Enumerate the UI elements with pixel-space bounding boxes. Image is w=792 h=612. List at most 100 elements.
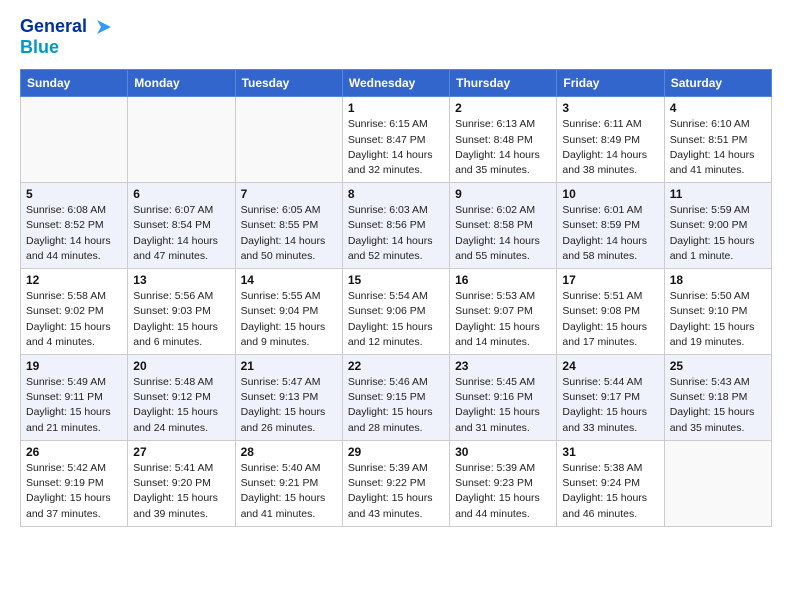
day-number: 5 — [26, 187, 122, 201]
day-info: Sunrise: 5:44 AMSunset: 9:17 PMDaylight:… — [562, 375, 658, 436]
calendar-day-cell: 25 Sunrise: 5:43 AMSunset: 9:18 PMDayligh… — [664, 355, 771, 441]
day-info: Sunrise: 5:58 AMSunset: 9:02 PMDaylight:… — [26, 289, 122, 350]
day-info: Sunrise: 6:01 AMSunset: 8:59 PMDaylight:… — [562, 203, 658, 264]
day-info: Sunrise: 6:08 AMSunset: 8:52 PMDaylight:… — [26, 203, 122, 264]
calendar-day-cell: 2Sunrise: 6:13 AMSunset: 8:48 PMDaylight… — [450, 97, 557, 183]
col-header-thursday: Thursday — [450, 70, 557, 97]
calendar-day-cell: 13 Sunrise: 5:56 AMSunset: 9:03 PMDayligh… — [128, 269, 235, 355]
col-header-friday: Friday — [557, 70, 664, 97]
day-number: 8 — [348, 187, 444, 201]
calendar-day-cell: 6Sunrise: 6:07 AMSunset: 8:54 PMDaylight… — [128, 183, 235, 269]
calendar-day-cell: 27 Sunrise: 5:41 AMSunset: 9:20 PMDayligh… — [128, 440, 235, 526]
day-info: Sunrise: 5:38 AMSunset: 9:24 PMDaylight:… — [562, 461, 658, 522]
day-info: Sunrise: 6:10 AMSunset: 8:51 PMDaylight:… — [670, 117, 766, 178]
calendar-day-cell: 14 Sunrise: 5:55 AMSunset: 9:04 PMDayligh… — [235, 269, 342, 355]
calendar-day-cell: 16Sunrise: 5:53 AMSunset: 9:07 PMDayligh… — [450, 269, 557, 355]
calendar-day-cell: 12 Sunrise: 5:58 AMSunset: 9:02 PMDayligh… — [21, 269, 128, 355]
day-info: Sunrise: 5:47 AMSunset: 9:13 PMDaylight:… — [241, 375, 337, 436]
day-number: 15 — [348, 273, 444, 287]
day-number: 4 — [670, 101, 766, 115]
calendar-day-cell: 23Sunrise: 5:45 AMSunset: 9:16 PMDayligh… — [450, 355, 557, 441]
day-number: 25 — [670, 359, 766, 373]
col-header-sunday: Sunday — [21, 70, 128, 97]
empty-day-cell — [664, 440, 771, 526]
calendar-header-row: SundayMondayTuesdayWednesdayThursdayFrid… — [21, 70, 772, 97]
day-info: Sunrise: 5:56 AMSunset: 9:03 PMDaylight:… — [133, 289, 229, 350]
day-number: 2 — [455, 101, 551, 115]
col-header-tuesday: Tuesday — [235, 70, 342, 97]
day-info: Sunrise: 5:42 AMSunset: 9:19 PMDaylight:… — [26, 461, 122, 522]
day-info: Sunrise: 5:40 AMSunset: 9:21 PMDaylight:… — [241, 461, 337, 522]
logo: General Blue — [20, 16, 111, 57]
day-number: 1 — [348, 101, 444, 115]
day-number: 12 — [26, 273, 122, 287]
col-header-monday: Monday — [128, 70, 235, 97]
day-info: Sunrise: 5:49 AMSunset: 9:11 PMDaylight:… — [26, 375, 122, 436]
day-info: Sunrise: 5:45 AMSunset: 9:16 PMDaylight:… — [455, 375, 551, 436]
day-number: 11 — [670, 187, 766, 201]
calendar-day-cell: 30 Sunrise: 5:39 AMSunset: 9:23 PMDayligh… — [450, 440, 557, 526]
day-info: Sunrise: 5:55 AMSunset: 9:04 PMDaylight:… — [241, 289, 337, 350]
day-number: 29 — [348, 445, 444, 459]
day-number: 21 — [241, 359, 337, 373]
day-info: Sunrise: 5:51 AMSunset: 9:08 PMDaylight:… — [562, 289, 658, 350]
day-number: 27 — [133, 445, 229, 459]
day-number: 14 — [241, 273, 337, 287]
empty-day-cell — [235, 97, 342, 183]
day-number: 3 — [562, 101, 658, 115]
calendar-day-cell: 7Sunrise: 6:05 AMSunset: 8:55 PMDaylight… — [235, 183, 342, 269]
day-number: 24 — [562, 359, 658, 373]
day-info: Sunrise: 5:46 AMSunset: 9:15 PMDaylight:… — [348, 375, 444, 436]
calendar-day-cell: 15 Sunrise: 5:54 AMSunset: 9:06 PMDayligh… — [342, 269, 449, 355]
day-info: Sunrise: 5:43 AMSunset: 9:18 PMDaylight:… — [670, 375, 766, 436]
empty-day-cell — [128, 97, 235, 183]
day-number: 30 — [455, 445, 551, 459]
calendar-day-cell: 19 Sunrise: 5:49 AMSunset: 9:11 PMDayligh… — [21, 355, 128, 441]
day-info: Sunrise: 5:50 AMSunset: 9:10 PMDaylight:… — [670, 289, 766, 350]
day-info: Sunrise: 6:03 AMSunset: 8:56 PMDaylight:… — [348, 203, 444, 264]
day-number: 13 — [133, 273, 229, 287]
day-info: Sunrise: 5:54 AMSunset: 9:06 PMDaylight:… — [348, 289, 444, 350]
calendar-day-cell: 24 Sunrise: 5:44 AMSunset: 9:17 PMDayligh… — [557, 355, 664, 441]
calendar-table: SundayMondayTuesdayWednesdayThursdayFrid… — [20, 69, 772, 526]
empty-day-cell — [21, 97, 128, 183]
calendar-week-row: 12 Sunrise: 5:58 AMSunset: 9:02 PMDayligh… — [21, 269, 772, 355]
day-info: Sunrise: 5:41 AMSunset: 9:20 PMDaylight:… — [133, 461, 229, 522]
day-number: 26 — [26, 445, 122, 459]
calendar-day-cell: 21 Sunrise: 5:47 AMSunset: 9:13 PMDayligh… — [235, 355, 342, 441]
logo-text: General Blue — [20, 16, 111, 57]
day-info: Sunrise: 6:15 AMSunset: 8:47 PMDaylight:… — [348, 117, 444, 178]
day-number: 19 — [26, 359, 122, 373]
header: General Blue — [20, 16, 772, 57]
day-info: Sunrise: 5:59 AMSunset: 9:00 PMDaylight:… — [670, 203, 766, 264]
day-info: Sunrise: 5:39 AMSunset: 9:23 PMDaylight:… — [455, 461, 551, 522]
calendar-week-row: 1 Sunrise: 6:15 AMSunset: 8:47 PMDaylight… — [21, 97, 772, 183]
calendar-day-cell: 10 Sunrise: 6:01 AMSunset: 8:59 PMDayligh… — [557, 183, 664, 269]
day-number: 17 — [562, 273, 658, 287]
day-info: Sunrise: 5:39 AMSunset: 9:22 PMDaylight:… — [348, 461, 444, 522]
calendar-day-cell: 26 Sunrise: 5:42 AMSunset: 9:19 PMDayligh… — [21, 440, 128, 526]
day-number: 28 — [241, 445, 337, 459]
col-header-saturday: Saturday — [664, 70, 771, 97]
calendar-day-cell: 22Sunrise: 5:46 AMSunset: 9:15 PMDayligh… — [342, 355, 449, 441]
page: General Blue SundayMondayTuesdayWednesda… — [0, 0, 792, 612]
calendar-day-cell: 11 Sunrise: 5:59 AMSunset: 9:00 PMDayligh… — [664, 183, 771, 269]
col-header-wednesday: Wednesday — [342, 70, 449, 97]
calendar-day-cell: 18 Sunrise: 5:50 AMSunset: 9:10 PMDayligh… — [664, 269, 771, 355]
day-info: Sunrise: 6:11 AMSunset: 8:49 PMDaylight:… — [562, 117, 658, 178]
day-number: 31 — [562, 445, 658, 459]
day-number: 10 — [562, 187, 658, 201]
day-number: 18 — [670, 273, 766, 287]
calendar-week-row: 5 Sunrise: 6:08 AMSunset: 8:52 PMDaylight… — [21, 183, 772, 269]
calendar-day-cell: 17 Sunrise: 5:51 AMSunset: 9:08 PMDayligh… — [557, 269, 664, 355]
day-number: 16 — [455, 273, 551, 287]
calendar-week-row: 19 Sunrise: 5:49 AMSunset: 9:11 PMDayligh… — [21, 355, 772, 441]
day-info: Sunrise: 5:48 AMSunset: 9:12 PMDaylight:… — [133, 375, 229, 436]
day-number: 6 — [133, 187, 229, 201]
calendar-day-cell: 31 Sunrise: 5:38 AMSunset: 9:24 PMDayligh… — [557, 440, 664, 526]
calendar-week-row: 26 Sunrise: 5:42 AMSunset: 9:19 PMDayligh… — [21, 440, 772, 526]
day-info: Sunrise: 6:02 AMSunset: 8:58 PMDaylight:… — [455, 203, 551, 264]
calendar-day-cell: 5 Sunrise: 6:08 AMSunset: 8:52 PMDaylight… — [21, 183, 128, 269]
calendar-day-cell: 29 Sunrise: 5:39 AMSunset: 9:22 PMDayligh… — [342, 440, 449, 526]
calendar-day-cell: 3 Sunrise: 6:11 AMSunset: 8:49 PMDaylight… — [557, 97, 664, 183]
